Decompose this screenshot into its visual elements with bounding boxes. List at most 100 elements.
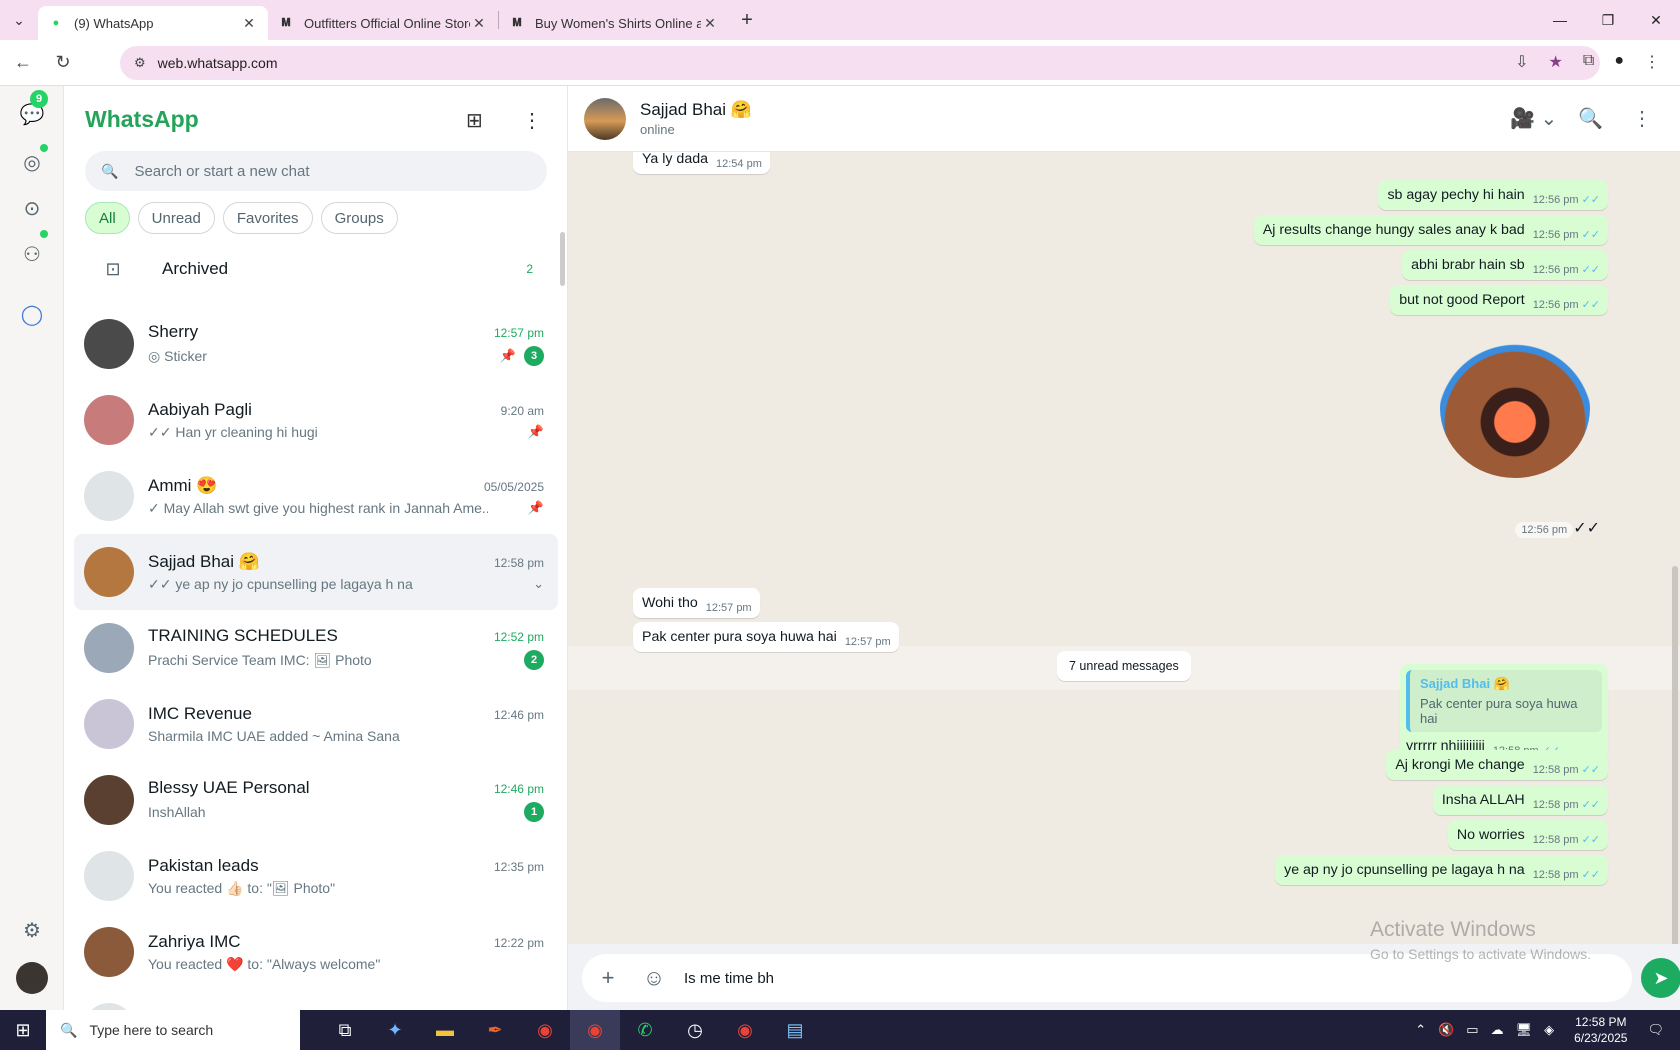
volume-muted-icon[interactable]: 🔇	[1438, 1022, 1454, 1038]
menu-dots-icon[interactable]: ⋮	[1632, 106, 1652, 131]
send-button[interactable]: ➤	[1641, 958, 1680, 998]
omnibox[interactable]: ⚙ web.whatsapp.com	[120, 46, 1600, 80]
tray-app-icon[interactable]: ◈	[1544, 1022, 1554, 1038]
tab-whatsapp[interactable]: ● (9) WhatsApp ✕	[38, 6, 268, 40]
taskbar-clock[interactable]: 12:58 PM 6/23/2025	[1574, 1014, 1627, 1046]
close-window-icon[interactable]: ✕	[1632, 0, 1680, 40]
chat-name: Sherry	[148, 322, 199, 341]
communities-icon[interactable]: ⚇	[16, 238, 48, 270]
chat-list-item[interactable]: IMC Revenue 12:46 pm Sharmila IMC UAE adde…	[74, 686, 558, 762]
sidebar-scrollbar[interactable]	[560, 232, 565, 286]
site-info-icon[interactable]: ⚙	[134, 55, 146, 71]
restore-icon[interactable]: ❐	[1584, 0, 1632, 40]
file-explorer-icon[interactable]: ▬	[420, 1010, 470, 1050]
chat-list-item[interactable]: Ayesha Sar IMC enroll Service12:21	[74, 990, 558, 1010]
meta-ai-icon[interactable]: ◯	[16, 298, 48, 330]
tray-chevron-up-icon[interactable]: ⌃	[1415, 1022, 1426, 1038]
search-icon[interactable]: 🔍	[1578, 106, 1603, 131]
whatsapp-icon[interactable]: ✆	[620, 1010, 670, 1050]
chat-list-item[interactable]: Sherry 12:57 pm ◎ Sticker 📌 3	[74, 306, 558, 382]
filter-favorites[interactable]: Favorites	[222, 202, 313, 234]
search-input[interactable]: 🔍 Search or start a new chat	[85, 151, 547, 191]
chat-list-item[interactable]: TRAINING SCHEDULES 12:52 pm Prachi Service…	[74, 610, 558, 686]
close-icon[interactable]: ✕	[470, 15, 488, 32]
conversation-header[interactable]: Sajjad Bhai 🤗 online 🎥 ⌄ 🔍 ⋮	[568, 86, 1680, 152]
onedrive-icon[interactable]: ☁	[1491, 1022, 1504, 1038]
profile-icon[interactable]: ●	[1614, 52, 1624, 72]
chat-body: Pakistan leads 12:35 pm You reacted 👍🏻 to:…	[148, 856, 544, 897]
message-text: but not good Report	[1399, 292, 1525, 308]
emoji-sticker-icon[interactable]: ☺	[634, 965, 674, 991]
archived-row[interactable]: ⊡ Archived 2	[85, 241, 547, 297]
search-icon: 🔍	[101, 162, 119, 179]
chrome-icon-2[interactable]: ◉	[720, 1010, 770, 1050]
install-app-icon[interactable]: ⇩	[1515, 52, 1528, 72]
back-icon[interactable]: ←	[6, 52, 40, 73]
settings-gear-icon[interactable]: ⚙	[16, 914, 48, 946]
chat-preview: ✓✓ Han yr cleaning hi hugi	[148, 424, 318, 441]
new-chat-icon[interactable]: ⊞	[466, 108, 483, 133]
chat-list-item[interactable]: Sajjad Bhai 🤗 12:58 pm ✓✓ ye ap ny jo cpun…	[74, 534, 558, 610]
menu-dots-icon[interactable]: ⋮	[1644, 52, 1660, 72]
tab-outfitters[interactable]: 𝐌 Outfitters Official Online Store ✕	[268, 6, 498, 40]
chevron-down-icon[interactable]: ⌄	[533, 576, 544, 592]
tray-device-icon[interactable]: ▭	[1466, 1022, 1478, 1038]
network-icon[interactable]: 🖥	[1516, 1022, 1533, 1038]
contact-avatar[interactable]	[584, 97, 626, 140]
sticker-message[interactable]: 12:56 pm ✓✓	[1420, 338, 1600, 538]
tab-search-dropdown-icon[interactable]: ⌄	[0, 0, 38, 40]
outgoing-message[interactable]: but not good Report 12:56 pm ✓✓	[1390, 285, 1608, 315]
chrome-icon[interactable]: ◉	[520, 1010, 570, 1050]
address-bar-row: ← ↻ ⚙ web.whatsapp.com ⇩ ★ ⧉ ● ⋮	[0, 40, 1680, 86]
incoming-message[interactable]: Ya ly dada 12:54 pm	[633, 152, 770, 174]
chat-list-item[interactable]: Aabiyah Pagli 9:20 am ✓✓ Han yr cleaning h…	[74, 382, 558, 458]
windows-start-icon[interactable]: ⊞	[0, 1020, 46, 1041]
close-icon[interactable]: ✕	[701, 15, 719, 32]
channels-icon[interactable]: ⊙	[16, 192, 48, 224]
chrome-active-icon[interactable]: ◉	[570, 1010, 620, 1050]
copilot-icon[interactable]: ✦	[370, 1010, 420, 1050]
archived-label: Archived	[162, 259, 229, 278]
outgoing-message[interactable]: Aj krongi Me change 12:58 pm ✓✓	[1386, 750, 1608, 780]
extensions-icon[interactable]: ⧉	[1583, 52, 1594, 72]
outgoing-message[interactable]: Sajjad Bhai 🤗 Pak center pura soya huwa h…	[1400, 664, 1608, 760]
profile-avatar[interactable]	[16, 962, 48, 994]
close-icon[interactable]: ✕	[240, 15, 258, 32]
outgoing-message[interactable]: abhi brabr hain sb 12:56 pm ✓✓	[1402, 250, 1608, 280]
filter-groups[interactable]: Groups	[320, 202, 398, 234]
chat-list-item[interactable]: Blessy UAE Personal 12:46 pm InshAllah 1	[74, 762, 558, 838]
outgoing-message[interactable]: Insha ALLAH 12:58 pm ✓✓	[1432, 785, 1608, 815]
outgoing-message[interactable]: sb agay pechy hi hain 12:56 pm ✓✓	[1378, 180, 1608, 210]
chat-row-top: Sherry 12:57 pm	[148, 322, 544, 342]
outgoing-message[interactable]: ye ap ny jo cpunselling pe lagaya h na 12…	[1275, 855, 1608, 885]
attach-plus-icon[interactable]: +	[588, 965, 628, 991]
taskbar-search-input[interactable]: 🔍 Type here to search	[46, 1010, 300, 1050]
notepad-icon[interactable]: ▤	[770, 1010, 820, 1050]
tab-womens-shirts[interactable]: 𝐌 Buy Women's Shirts Online at O ✕	[499, 6, 729, 40]
video-call-icon[interactable]: 🎥 ⌄	[1510, 106, 1557, 131]
pin-icon: 📌	[527, 424, 544, 439]
quoted-message[interactable]: Sajjad Bhai 🤗 Pak center pura soya huwa h…	[1406, 670, 1602, 732]
chat-list-item[interactable]: Zahriya IMC 12:22 pm You reacted ❤️ to: "A…	[74, 914, 558, 990]
incoming-message[interactable]: Wohi tho 12:57 pm	[633, 588, 760, 618]
outgoing-message[interactable]: No worries 12:58 pm ✓✓	[1447, 820, 1608, 850]
pin-app-icon[interactable]: ✒	[470, 1010, 520, 1050]
chat-meta: 📌	[528, 424, 544, 440]
reload-icon[interactable]: ↻	[46, 52, 80, 73]
incoming-message[interactable]: Pak center pura soya huwa hai 12:57 pm	[633, 622, 899, 652]
filter-all[interactable]: All	[85, 202, 130, 234]
message-input[interactable]: + ☺ Is me time bh	[582, 954, 1632, 1002]
new-tab-button[interactable]: +	[729, 9, 765, 32]
conversation-scrollbar[interactable]	[1672, 566, 1678, 946]
filter-unread[interactable]: Unread	[137, 202, 215, 234]
chat-list-item[interactable]: Ammi 😍 05/05/2025 ✓ May Allah swt give you…	[74, 458, 558, 534]
menu-dots-icon[interactable]: ⋮	[522, 108, 542, 133]
notifications-icon[interactable]: 🗨	[1647, 1022, 1664, 1038]
bookmark-star-icon[interactable]: ★	[1549, 52, 1563, 72]
task-view-icon[interactable]: ⧉	[320, 1010, 370, 1050]
outgoing-message[interactable]: Aj results change hungy sales anay k bad…	[1253, 215, 1608, 245]
minimize-icon[interactable]: —	[1536, 0, 1584, 40]
clock-app-icon[interactable]: ◷	[670, 1010, 720, 1050]
chat-list-item[interactable]: Pakistan leads 12:35 pm You reacted 👍🏻 to:…	[74, 838, 558, 914]
chat-row-bottom: InshAllah 1	[148, 802, 544, 822]
